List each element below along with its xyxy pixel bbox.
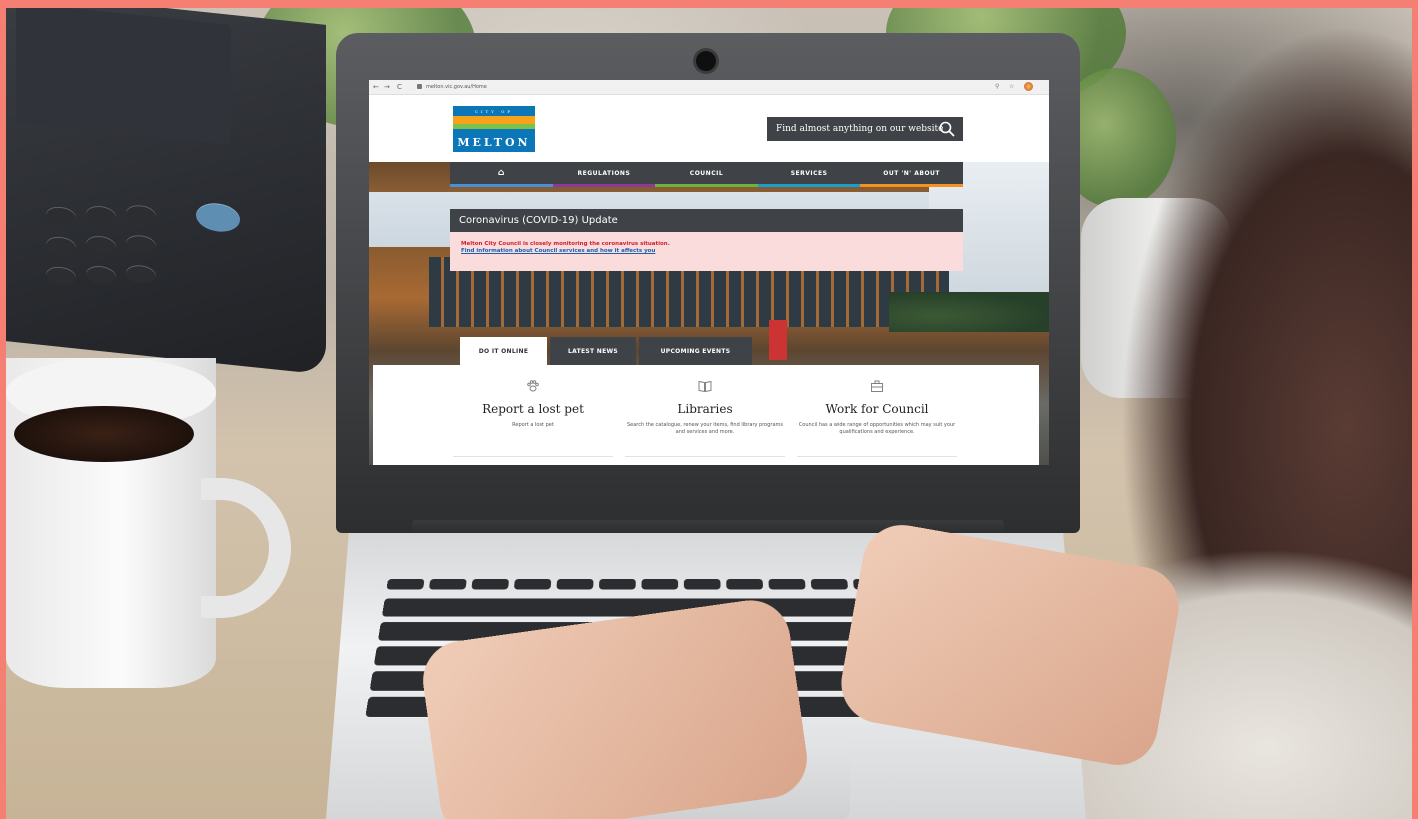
phone-key bbox=[46, 205, 76, 227]
card-title: Work for Council bbox=[825, 402, 929, 416]
briefcase-icon bbox=[871, 380, 883, 392]
coffee bbox=[14, 406, 194, 462]
phone-key bbox=[86, 204, 116, 226]
keyboard-key bbox=[598, 578, 636, 590]
logo-name: MELTON bbox=[457, 136, 531, 149]
keyboard-key bbox=[513, 578, 552, 590]
site-header: CITY OF MELTON Find almost anything on o… bbox=[369, 95, 1049, 162]
logo-city-text: CITY OF bbox=[474, 109, 514, 114]
keyboard-key bbox=[556, 578, 594, 590]
laptop-screen: ← → C melton.vic.gov.au/Home ⚲ ☆ CITY OF… bbox=[369, 80, 1049, 465]
search-icon[interactable] bbox=[939, 121, 955, 137]
card-libraries[interactable]: Libraries Search the catalogue, renew yo… bbox=[625, 379, 785, 457]
keyboard-key bbox=[386, 578, 425, 590]
nav-home[interactable]: ⌂ bbox=[450, 162, 553, 187]
hero-trees bbox=[889, 292, 1049, 332]
phone-key bbox=[86, 264, 116, 286]
keyboard-key bbox=[683, 578, 721, 590]
phone-key bbox=[126, 203, 156, 225]
melton-logo[interactable]: CITY OF MELTON bbox=[453, 106, 535, 152]
browser-back-button[interactable]: ← bbox=[373, 83, 379, 91]
desk-phone bbox=[6, 8, 326, 375]
hero-banner bbox=[769, 320, 787, 360]
browser-toolbar: ← → C melton.vic.gov.au/Home ⚲ ☆ bbox=[369, 80, 1049, 95]
card-description: Search the catalogue, renew your items, … bbox=[626, 422, 783, 435]
keyboard-key bbox=[641, 578, 679, 590]
nav-council[interactable]: COUNCIL bbox=[655, 162, 758, 187]
logo-band bbox=[453, 129, 535, 133]
nav-services[interactable]: SERVICES bbox=[757, 162, 861, 187]
card-report-lost-pet[interactable]: Report a lost pet Report a lost pet bbox=[453, 379, 613, 457]
card-title: Libraries bbox=[677, 402, 733, 416]
phone-key bbox=[46, 265, 76, 287]
covid-info-link[interactable]: Find information about Council services … bbox=[461, 248, 963, 255]
search-placeholder: Find almost anything on our website bbox=[776, 124, 944, 134]
phone-nav-pad bbox=[196, 201, 240, 234]
covid-alert-title: Coronavirus (COVID-19) Update bbox=[450, 209, 963, 232]
covid-alert-body: Melton City Council is closely monitorin… bbox=[450, 232, 963, 271]
star-icon[interactable]: ☆ bbox=[1009, 83, 1014, 91]
keyboard-key bbox=[428, 578, 467, 590]
keyboard-key bbox=[726, 578, 764, 590]
content-tabs: DO IT ONLINE LATEST NEWS UPCOMING EVENTS bbox=[460, 337, 752, 365]
lock-icon bbox=[417, 84, 422, 89]
keyboard-key bbox=[471, 578, 510, 590]
card-title: Report a lost pet bbox=[482, 402, 584, 416]
tab-latest-news[interactable]: LATEST NEWS bbox=[550, 337, 636, 365]
site-search[interactable]: Find almost anything on our website bbox=[767, 117, 963, 141]
nav-regulations[interactable]: REGULATIONS bbox=[552, 162, 656, 187]
phone-key bbox=[46, 235, 76, 257]
card-description: Council has a wide range of opportunitie… bbox=[798, 422, 956, 435]
keyboard-key bbox=[768, 578, 806, 590]
card-description: Report a lost pet bbox=[512, 422, 554, 428]
coffee-mug bbox=[6, 358, 216, 688]
address-bar[interactable]: melton.vic.gov.au/Home bbox=[426, 84, 487, 91]
logo-band bbox=[453, 116, 535, 124]
covid-alert-message: Melton City Council is closely monitorin… bbox=[461, 241, 670, 247]
nav-out-n-about[interactable]: OUT 'N' ABOUT bbox=[860, 162, 963, 187]
phone-key bbox=[126, 263, 156, 285]
browser-reload-button[interactable]: C bbox=[397, 83, 402, 91]
zoom-icon[interactable]: ⚲ bbox=[995, 83, 999, 91]
paw-icon bbox=[527, 380, 539, 392]
browser-forward-button[interactable]: → bbox=[384, 83, 390, 91]
home-icon: ⌂ bbox=[497, 168, 505, 178]
do-it-online-panel: Report a lost pet Report a lost pet Libr… bbox=[373, 365, 1039, 465]
profile-avatar[interactable] bbox=[1024, 82, 1033, 91]
phone-screen bbox=[16, 8, 231, 145]
tab-upcoming-events[interactable]: UPCOMING EVENTS bbox=[639, 337, 752, 365]
main-nav: ⌂ REGULATIONS COUNCIL SERVICES OUT 'N' A… bbox=[450, 162, 963, 187]
phone-key bbox=[126, 233, 156, 255]
book-icon bbox=[698, 380, 712, 393]
mug-handle bbox=[201, 478, 291, 618]
card-work-for-council[interactable]: Work for Council Council has a wide rang… bbox=[797, 379, 957, 457]
webcam bbox=[696, 51, 716, 71]
keyboard-key bbox=[810, 578, 849, 590]
phone-key bbox=[86, 234, 116, 256]
tab-do-it-online[interactable]: DO IT ONLINE bbox=[460, 337, 547, 365]
